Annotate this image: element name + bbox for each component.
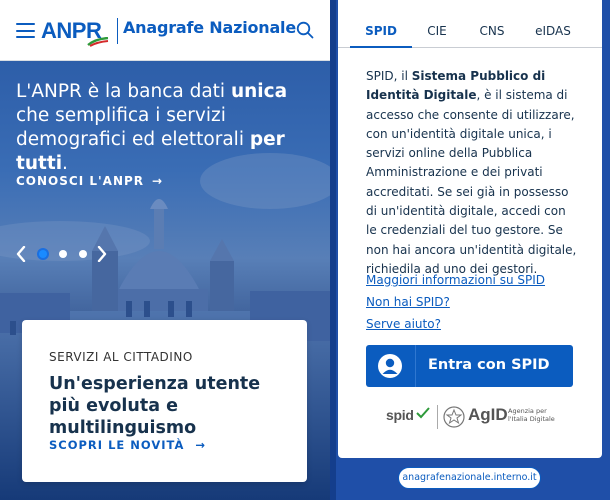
flag-swoosh-icon [87, 37, 109, 47]
menu-icon[interactable] [16, 23, 35, 38]
header-divider [117, 18, 118, 44]
headline-text: che semplifica i servizi demografici ed … [16, 105, 250, 150]
anpr-home-panel: ANPR Anagrafe Nazionale L'ANPR è la banc… [0, 0, 330, 500]
logo-divider [437, 405, 438, 429]
card-kicker: SERVIZI AL CITTADINO [49, 350, 193, 364]
carousel-dot-1[interactable] [39, 250, 47, 258]
description-text: SPID, il [366, 69, 412, 83]
hero-headline: L'ANPR è la banca dati unica che semplif… [16, 80, 316, 176]
login-panel: SPID CIE CNS eIDAS SPID, il Sistema Pubb… [336, 0, 610, 500]
spid-logo: spid [386, 407, 414, 423]
login-card: SPID CIE CNS eIDAS SPID, il Sistema Pubb… [338, 0, 602, 458]
description-text: , è il sistema di accesso che consente d… [366, 88, 577, 276]
headline-text: L'ANPR è la banca dati [16, 81, 231, 102]
anpr-logo[interactable]: ANPR [41, 16, 113, 47]
card-title: Un'esperienza utente più evoluta e multi… [49, 374, 261, 438]
arrow-right-icon: → [152, 174, 164, 188]
cta-label: SCOPRI LE NOVITÀ [49, 438, 185, 452]
link-label: CONOSCI L'ANPR [16, 174, 145, 188]
url-pill[interactable]: anagrafenazionale.interno.it [398, 467, 541, 489]
carousel-dot-3[interactable] [79, 250, 87, 258]
republic-emblem-icon [443, 406, 465, 428]
conosci-anpr-link[interactable]: CONOSCI L'ANPR → [16, 174, 163, 188]
spid-button-label: Entra con SPID [428, 357, 550, 373]
tab-cie[interactable]: CIE [412, 0, 462, 48]
user-icon [378, 354, 402, 378]
search-icon[interactable] [296, 21, 314, 39]
news-card[interactable]: SERVIZI AL CITTADINO Un'esperienza utent… [22, 320, 307, 482]
auth-tabs: SPID CIE CNS eIDAS [338, 0, 602, 48]
partner-logos: spid AgID Agenzia per l'Italia Digitale [386, 405, 566, 431]
agid-logo: AgID [468, 405, 508, 424]
link-need-help[interactable]: Serve aiuto? [366, 317, 441, 331]
carousel-controls [16, 243, 116, 265]
link-no-spid[interactable]: Non hai SPID? [366, 295, 450, 309]
agid-subtitle: Agenzia per l'Italia Digitale [508, 407, 555, 423]
headline-bold: unica [230, 81, 288, 102]
carousel-dot-2[interactable] [59, 250, 67, 258]
app-title: Anagrafe Nazionale [123, 18, 296, 37]
tab-spid[interactable]: SPID [350, 0, 412, 48]
tab-cns[interactable]: CNS [466, 0, 518, 48]
chevron-left-icon[interactable] [16, 246, 26, 262]
top-header: ANPR Anagrafe Nazionale [0, 0, 330, 61]
checkmark-icon [416, 407, 430, 419]
scopri-novita-link[interactable]: SCOPRI LE NOVITÀ → [49, 438, 206, 452]
chevron-right-icon[interactable] [97, 246, 107, 262]
entra-con-spid-button[interactable]: Entra con SPID [366, 345, 573, 387]
link-more-info-spid[interactable]: Maggiori informazioni su SPID [366, 273, 545, 287]
tab-eidas[interactable]: eIDAS [524, 0, 582, 48]
spid-description: SPID, il Sistema Pubblico di Identità Di… [366, 67, 578, 279]
headline-text: . [62, 153, 68, 174]
hero-banner: L'ANPR è la banca dati unica che semplif… [0, 61, 330, 500]
button-separator [415, 345, 416, 387]
arrow-right-icon: → [195, 438, 207, 452]
